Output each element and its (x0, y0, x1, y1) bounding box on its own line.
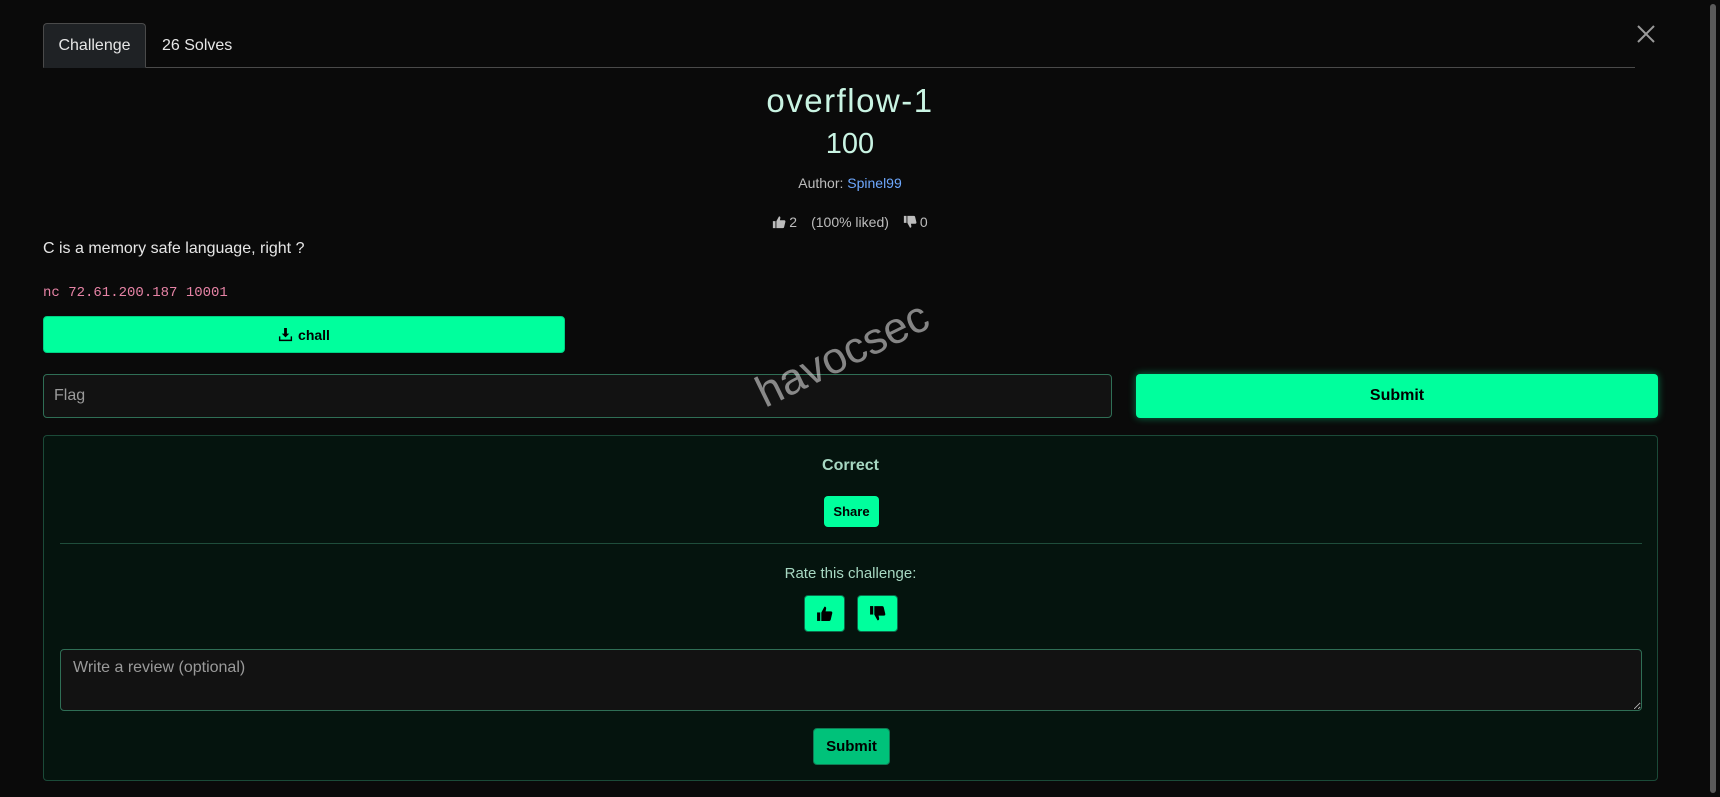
download-icon (278, 327, 293, 342)
download-file-button[interactable]: chall (43, 316, 565, 353)
liked-percent: (100% liked) (811, 214, 889, 230)
review-textarea[interactable] (60, 649, 1642, 711)
result-panel: Correct Share Rate this challenge: Submi… (43, 435, 1658, 781)
flag-submit-button[interactable]: Submit (1136, 374, 1658, 418)
result-status: Correct (822, 457, 879, 474)
tab-solves[interactable]: 26 Solves (146, 23, 248, 68)
likes-value: 2 (789, 214, 798, 230)
tab-challenge[interactable]: Challenge (43, 23, 146, 68)
challenge-modal: Challenge 26 Solves overflow-1 100 Autho… (0, 0, 1720, 797)
challenge-value: 100 (825, 128, 875, 160)
share-button[interactable]: Share (824, 496, 879, 527)
connection-info: nc 72.61.200.187 10001 (43, 285, 228, 301)
author-label: Author: (798, 175, 844, 191)
vote-summary: 2 (100% liked) 0 (0, 214, 1700, 230)
challenge-name: overflow-1 (766, 82, 934, 119)
thumbs-up-icon (817, 606, 833, 621)
flag-input[interactable] (43, 374, 1112, 418)
divider (60, 543, 1642, 544)
author-link[interactable]: Spinel99 (847, 175, 902, 191)
download-file-label: chall (298, 326, 330, 343)
challenge-tabs: Challenge 26 Solves (43, 23, 1635, 68)
rate-up-button[interactable] (804, 595, 845, 632)
close-icon (1637, 25, 1655, 43)
rate-label: Rate this challenge: (784, 565, 917, 582)
challenge-author: Author: Spinel99 (0, 175, 1700, 191)
dislikes-value: 0 (919, 214, 928, 230)
thumbs-up-icon (773, 216, 786, 229)
thumbs-down-icon (870, 606, 886, 621)
likes-count: 2 (772, 214, 797, 230)
scrollbar[interactable] (1710, 4, 1716, 793)
challenge-description: C is a memory safe language, right ? (43, 240, 305, 257)
review-submit-button[interactable]: Submit (813, 728, 890, 765)
dislikes-count: 0 (903, 214, 928, 230)
close-button[interactable] (1635, 23, 1657, 45)
thumbs-down-icon (903, 215, 917, 228)
rate-down-button[interactable] (857, 595, 898, 632)
